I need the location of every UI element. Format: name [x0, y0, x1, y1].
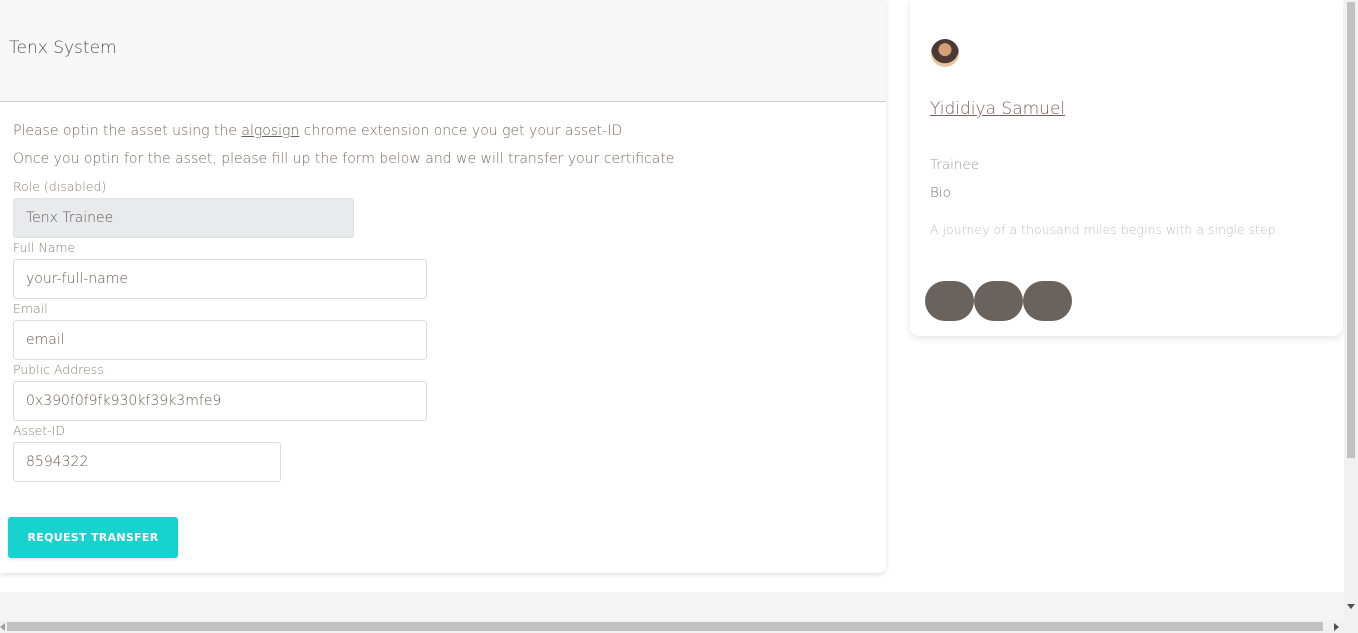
bio-label: Bio — [930, 185, 951, 201]
horizontal-scrollbar-thumb[interactable] — [7, 622, 1323, 631]
public-address-input[interactable]: 0x390f0f9fk930kf39k3mfe9 — [13, 381, 427, 421]
public-address-label: Public Address — [13, 362, 104, 377]
full-name-input[interactable]: your-full-name — [13, 259, 427, 299]
profile-name-link[interactable]: Yididiya Samuel — [930, 99, 1065, 119]
avatar — [931, 39, 959, 67]
scroll-left-arrow-icon[interactable] — [0, 623, 5, 631]
algosign-link[interactable]: algosign — [241, 123, 299, 139]
instruction-line-2: Once you optin for the asset, please fil… — [13, 151, 675, 167]
profile-card: Yididiya Samuel Trainee Bio A journey of… — [910, 0, 1343, 336]
instruction-line-1: Please optin the asset using the algosig… — [13, 123, 622, 139]
email-label: Email — [13, 301, 48, 316]
horizontal-scrollbar[interactable] — [0, 620, 1358, 633]
page-background — [0, 592, 1344, 620]
asset-id-input[interactable]: 8594322 — [13, 442, 281, 482]
instruction-text: Please optin the asset using the — [13, 123, 242, 139]
profile-bio: A journey of a thousand miles begins wit… — [930, 222, 1280, 237]
vertical-scrollbar-thumb[interactable] — [1347, 2, 1355, 458]
scroll-down-arrow-icon[interactable] — [1347, 604, 1355, 609]
request-transfer-button[interactable]: REQUEST TRANSFER — [8, 517, 178, 558]
role-field: Tenx Trainee — [13, 198, 354, 238]
vertical-scrollbar[interactable] — [1344, 0, 1358, 620]
profile-role: Trainee — [930, 157, 980, 173]
social-icon-1[interactable] — [925, 281, 974, 321]
instruction-text: chrome extension once you get your asset… — [299, 123, 623, 139]
transfer-form-card: Tenx System Please optin the asset using… — [0, 0, 886, 573]
role-label: Role (disabled) — [13, 179, 107, 194]
social-icon-3[interactable] — [1023, 281, 1072, 321]
social-icon-2[interactable] — [974, 281, 1023, 321]
card-header: Tenx System — [0, 0, 886, 102]
scroll-right-arrow-icon[interactable] — [1334, 623, 1339, 631]
asset-id-label: Asset-ID — [13, 423, 65, 438]
page-title: Tenx System — [9, 38, 117, 58]
email-input[interactable]: email — [13, 320, 427, 360]
full-name-label: Full Name — [13, 240, 76, 255]
